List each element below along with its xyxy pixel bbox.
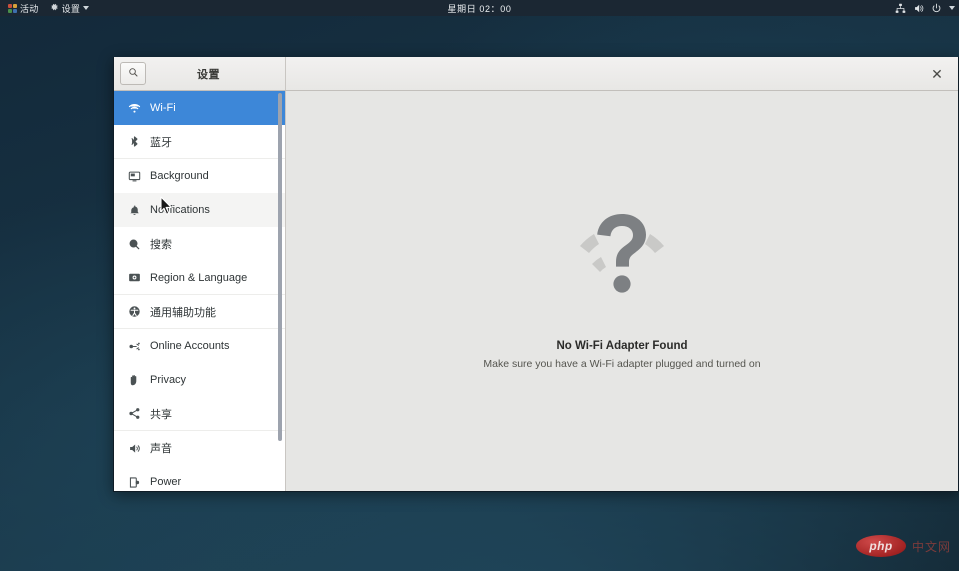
window-title: 设置 (197, 68, 220, 81)
settings-sidebar: Wi-Fi 蓝牙 Background Notifications 搜索 Reg… (114, 91, 286, 491)
sidebar-item-label: 蓝牙 (150, 136, 172, 149)
sidebar-item-background[interactable]: Background (114, 159, 285, 193)
sidebar-item-label: Wi-Fi (150, 102, 176, 114)
watermark: php 中文网 (855, 535, 951, 557)
status-chevron-down-icon[interactable] (949, 6, 955, 10)
search-icon (128, 65, 139, 83)
header-main-section: ✕ (286, 57, 958, 90)
sidebar-item-privacy[interactable]: Privacy (114, 363, 285, 397)
sidebar-item-label: Notifications (150, 204, 210, 216)
universal-access-icon (127, 305, 141, 319)
sidebar-item-sound[interactable]: 声音 (114, 431, 285, 465)
search-icon (127, 237, 141, 251)
sidebar-item-power[interactable]: Power (114, 465, 285, 491)
sidebar-item-label: 搜索 (150, 239, 172, 251)
privacy-hand-icon (127, 373, 141, 387)
sidebar-item-search[interactable]: 搜索 (114, 227, 285, 261)
bluetooth-icon (127, 135, 141, 149)
power-battery-icon (127, 475, 141, 489)
sidebar-item-label: Background (150, 170, 209, 182)
clock-area: 星期日 02：00 (0, 0, 959, 16)
chevron-down-icon (83, 6, 90, 10)
sidebar-item-label: 共享 (150, 408, 172, 421)
app-menu-label: 设置 (61, 3, 81, 14)
main-content-panel: No Wi-Fi Adapter Found Make sure you hav… (286, 91, 958, 491)
sidebar-item-wifi[interactable]: Wi-Fi (114, 91, 285, 125)
watermark-text: 中文网 (911, 539, 951, 554)
wifi-question-mark-icon (562, 202, 682, 322)
sidebar-item-label: 声音 (150, 443, 172, 455)
top-bar: 活动 设置 星期日 02：00 (0, 0, 959, 16)
sidebar-item-label: Region & Language (150, 271, 248, 284)
sidebar-item-label: Privacy (150, 374, 187, 386)
close-button[interactable]: ✕ (926, 63, 948, 85)
empty-state-subtitle: Make sure you have a Wi-Fi adapter plugg… (483, 358, 761, 370)
sidebar-item-universal-access[interactable]: 通用辅助功能 (114, 295, 285, 329)
settings-window: 设置 ✕ Wi-Fi 蓝牙 Background Notifications 搜… (113, 57, 959, 492)
sidebar-item-label: Power (150, 476, 182, 488)
activities-grid-icon (8, 3, 17, 13)
system-status-area[interactable] (895, 0, 955, 16)
volume-speaker-icon (913, 3, 924, 14)
sound-speaker-icon (127, 441, 141, 455)
power-icon (931, 3, 942, 14)
app-menu-button[interactable]: 设置 (46, 0, 93, 16)
settings-gear-icon (49, 2, 59, 14)
sidebar-item-label: 通用辅助功能 (150, 306, 216, 319)
window-header-bar: 设置 ✕ (114, 57, 958, 91)
sidebar-item-bluetooth[interactable]: 蓝牙 (114, 125, 285, 159)
online-accounts-icon (127, 339, 141, 353)
watermark-badge: php (855, 535, 906, 557)
sidebar-item-sharing[interactable]: 共享 (114, 397, 285, 431)
sidebar-list: Wi-Fi 蓝牙 Background Notifications 搜索 Reg… (114, 91, 285, 491)
sidebar-item-notifications[interactable]: Notifications (114, 193, 285, 227)
sidebar-item-region-language[interactable]: Region & Language (114, 261, 285, 295)
region-language-icon (127, 271, 141, 285)
bell-icon (127, 203, 141, 217)
header-sidebar-section: 设置 (114, 57, 286, 90)
wifi-icon (127, 101, 141, 115)
sidebar-item-label: Online Accounts (150, 340, 230, 352)
top-bar-left: 活动 设置 (0, 0, 92, 16)
activities-button[interactable]: 活动 (5, 0, 42, 16)
empty-state: No Wi-Fi Adapter Found Make sure you hav… (457, 202, 787, 370)
sharing-nodes-icon (127, 407, 141, 421)
background-monitor-icon (127, 169, 141, 183)
clock-label: 星期日 02：00 (447, 3, 512, 14)
sidebar-item-online-accounts[interactable]: Online Accounts (114, 329, 285, 363)
search-button[interactable] (120, 62, 146, 85)
empty-state-title: No Wi-Fi Adapter Found (556, 340, 688, 352)
sidebar-scrollbar[interactable] (278, 93, 282, 441)
window-body: Wi-Fi 蓝牙 Background Notifications 搜索 Reg… (114, 91, 958, 491)
network-wired-icon (895, 3, 906, 14)
activities-label: 活动 (20, 3, 39, 14)
